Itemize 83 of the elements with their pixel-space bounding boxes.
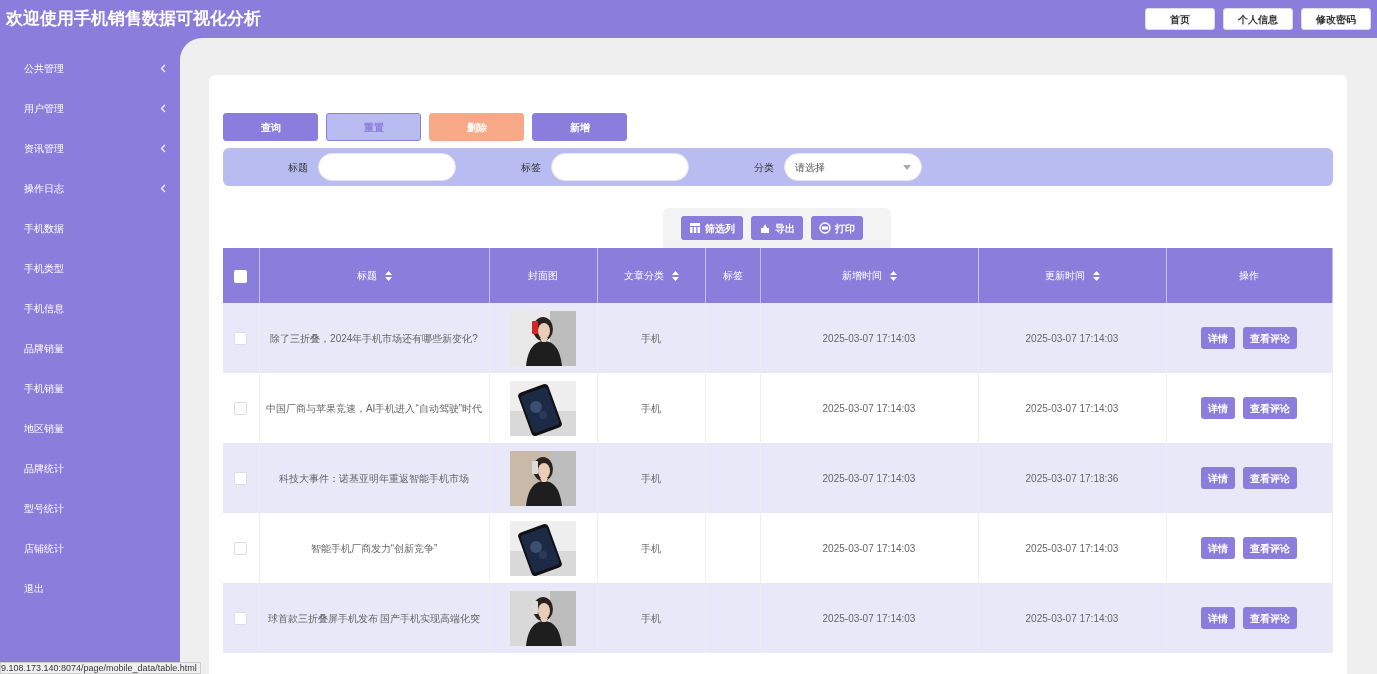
table-cell: 2025-03-07 17:14:03: [1025, 332, 1119, 344]
tool-button[interactable]: 导出: [751, 216, 803, 240]
table-cell: 手机: [641, 332, 661, 344]
nav-button[interactable]: 个人信息: [1223, 8, 1293, 30]
sidebar-item[interactable]: 资讯管理: [0, 128, 180, 168]
row-action-button[interactable]: 详情: [1201, 607, 1235, 629]
sidebar-item[interactable]: 用户管理: [0, 88, 180, 128]
action-button[interactable]: 删除: [429, 113, 524, 141]
row-action-button[interactable]: 详情: [1201, 537, 1235, 559]
row-action-button[interactable]: 详情: [1201, 327, 1235, 349]
nav-button[interactable]: 首页: [1145, 8, 1215, 30]
column-header[interactable]: 标题: [356, 268, 392, 283]
nav-button[interactable]: 修改密码: [1301, 8, 1371, 30]
status-url: 9.108.173.140:8074/page/mobile_data/table.html: [0, 662, 201, 674]
checkbox[interactable]: [234, 612, 248, 626]
table-cell: 2025-03-07 17:14:03: [1025, 402, 1119, 414]
table-cell-text: 中国厂商与苹果竞速，AI手机进入“自动驾驶”时代: [265, 401, 483, 416]
select-field[interactable]: 请选择: [784, 153, 922, 181]
action-button[interactable]: 重置: [326, 113, 421, 141]
sidebar-item[interactable]: 公共管理: [0, 48, 180, 88]
column-header[interactable]: 文章分类: [623, 268, 679, 283]
action-button[interactable]: 查询: [223, 113, 318, 141]
checkbox[interactable]: [234, 402, 248, 416]
table-cell: 2025-03-07 17:14:03: [1025, 542, 1119, 554]
row-action-button[interactable]: 详情: [1201, 467, 1235, 489]
sidebar-item[interactable]: 手机销量: [0, 368, 180, 408]
tool-button[interactable]: 打印: [811, 216, 863, 240]
row-action-button[interactable]: 查看评论: [1243, 607, 1297, 629]
sidebar-item[interactable]: 手机数据: [0, 208, 180, 248]
sort-icon[interactable]: [889, 270, 897, 281]
table-cell: 2025-03-07 17:14:03: [822, 612, 916, 624]
checkbox[interactable]: [234, 332, 248, 346]
sidebar-item[interactable]: 地区销量: [0, 408, 180, 448]
sort-icon[interactable]: [1092, 270, 1100, 281]
action-button[interactable]: 新增: [532, 113, 627, 141]
table-cell: 手机: [641, 542, 661, 554]
dropdown-icon: [903, 164, 911, 170]
table-cell: 2025-03-07 17:14:03: [822, 332, 916, 344]
sidebar-item[interactable]: 品牌销量: [0, 328, 180, 368]
row-action-button[interactable]: 详情: [1201, 397, 1235, 419]
row-action-button[interactable]: 查看评论: [1243, 327, 1297, 349]
sidebar-item[interactable]: 品牌统计: [0, 448, 180, 488]
table-cell: 手机: [641, 402, 661, 414]
sidebar-item[interactable]: 手机信息: [0, 288, 180, 328]
table-cell-text: 除了三折叠，2024年手机市场还有哪些新变化?: [270, 331, 478, 346]
sidebar-item[interactable]: 操作日志: [0, 168, 180, 208]
tool-button[interactable]: 筛选列: [681, 216, 743, 240]
app-title: 欢迎使用手机销售数据可视化分析: [6, 8, 261, 31]
sort-icon[interactable]: [671, 270, 679, 281]
sort-icon[interactable]: [384, 270, 392, 281]
export-icon: [759, 222, 771, 234]
table-cell-text: 科技大事件：诺基亚明年重返智能手机市场: [279, 471, 469, 486]
input-field[interactable]: [551, 153, 689, 181]
column-header[interactable]: 新增时间: [841, 268, 897, 283]
row-action-button[interactable]: 查看评论: [1243, 537, 1297, 559]
filter-label: 标签: [520, 160, 541, 175]
row-action-button[interactable]: 查看评论: [1243, 397, 1297, 419]
sidebar-item[interactable]: 型号统计: [0, 488, 180, 528]
input-field[interactable]: [318, 153, 456, 181]
sidebar-item[interactable]: 店铺统计: [0, 528, 180, 568]
table-cell: 2025-03-07 17:14:03: [822, 402, 916, 414]
table-cell: 2025-03-07 17:14:03: [822, 542, 916, 554]
table-cell: 2025-03-07 17:18:36: [1025, 472, 1119, 484]
checkbox[interactable]: [234, 269, 248, 283]
column-header[interactable]: 操作: [1239, 268, 1259, 283]
table-cell: 手机: [641, 472, 661, 484]
row-action-button[interactable]: 查看评论: [1243, 467, 1297, 489]
column-header[interactable]: 标签: [722, 268, 743, 283]
table-cell: 2025-03-07 17:14:03: [822, 472, 916, 484]
table-cell-text: 智能手机厂商发力“创新竞争”: [310, 541, 438, 556]
filter-label: 分类: [753, 160, 774, 175]
table-cell: 2025-03-07 17:14:03: [1025, 612, 1119, 624]
table-cell-text: 球首款三折叠屏手机发布 国产手机实现高端化突: [267, 611, 481, 626]
sidebar-item[interactable]: 手机类型: [0, 248, 180, 288]
columns-icon: [689, 222, 701, 234]
column-header[interactable]: 封面图: [528, 268, 558, 283]
sidebar-item[interactable]: 退出: [0, 568, 180, 608]
column-header[interactable]: 更新时间: [1044, 268, 1100, 283]
checkbox[interactable]: [234, 472, 248, 486]
checkbox[interactable]: [234, 542, 248, 556]
table-cell: 手机: [641, 612, 661, 624]
filter-label: 标题: [287, 160, 308, 175]
printer-icon: [819, 222, 831, 234]
